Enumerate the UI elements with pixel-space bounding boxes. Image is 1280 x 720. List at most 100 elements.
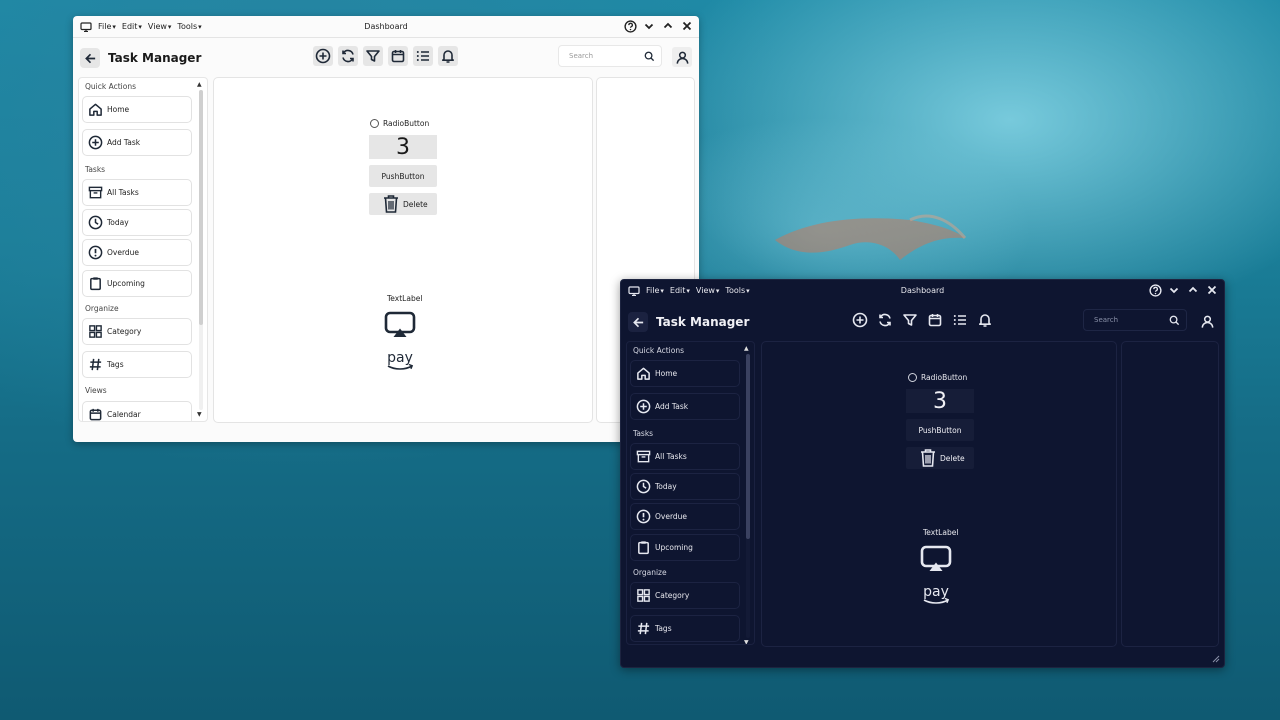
sidebar-item-category[interactable]: Category — [82, 318, 192, 345]
archive-icon — [88, 186, 102, 199]
app-header: Task Manager Search — [73, 42, 699, 74]
sidebar-scrollbar[interactable]: ▲ ▼ — [197, 82, 205, 418]
scrollbar-thumb[interactable] — [746, 354, 750, 539]
help-button[interactable] — [1147, 282, 1163, 298]
calendar-button[interactable] — [388, 46, 408, 66]
back-button[interactable] — [80, 48, 100, 68]
sidebar-item-upcoming[interactable]: Upcoming — [82, 270, 192, 297]
sidebar-item-label: Today — [107, 218, 129, 227]
home-icon — [636, 367, 650, 380]
airplay-icon — [920, 545, 952, 571]
scroll-down-icon[interactable]: ▼ — [744, 640, 749, 645]
help-icon — [623, 19, 637, 33]
sidebar-item-label: Add Task — [655, 402, 689, 411]
scrollbar-thumb[interactable] — [199, 90, 203, 325]
sidebar-item-label: Overdue — [107, 248, 140, 257]
back-button[interactable] — [628, 312, 648, 332]
alert-circle-icon — [88, 245, 102, 260]
chevron-up-icon — [663, 22, 673, 29]
menu-tools[interactable]: Tools ▾ — [177, 22, 201, 31]
add-circle-icon — [315, 48, 331, 64]
sidebar-item-add-task[interactable]: Add Task — [82, 129, 192, 156]
search-icon[interactable] — [1169, 315, 1180, 326]
toolbar — [313, 46, 458, 66]
add-button[interactable] — [313, 46, 333, 66]
close-icon — [1207, 285, 1217, 295]
sidebar-item-label: Tags — [107, 360, 124, 369]
resize-grip-icon[interactable] — [1212, 655, 1220, 663]
search-icon[interactable] — [644, 51, 655, 62]
menu-file[interactable]: File ▾ — [646, 286, 664, 295]
section-views: Views — [85, 386, 107, 395]
sidebar-item-tags[interactable]: Tags — [630, 615, 740, 642]
section-tasks: Tasks — [633, 429, 654, 438]
sidebar-item-add-task[interactable]: Add Task — [630, 393, 740, 420]
sidebar-item-calendar[interactable]: Calendar — [82, 401, 192, 421]
sidebar-item-today[interactable]: Today — [82, 209, 192, 236]
menu-view[interactable]: View ▾ — [696, 286, 720, 295]
sidebar-item-all-tasks[interactable]: All Tasks — [82, 179, 192, 206]
sidebar-item-tags[interactable]: Tags — [82, 351, 192, 378]
profile-button[interactable] — [1197, 311, 1217, 331]
list-icon — [953, 315, 966, 325]
calendar-icon — [89, 408, 101, 421]
search-input[interactable]: Search — [558, 45, 662, 67]
filter-button[interactable] — [363, 46, 383, 66]
sidebar-item-home[interactable]: Home — [82, 96, 192, 123]
refresh-button[interactable] — [338, 46, 358, 66]
sidebar-item-home[interactable]: Home — [630, 360, 740, 387]
close-button[interactable] — [679, 18, 695, 34]
notifications-button[interactable] — [438, 46, 458, 66]
sidebar-item-today[interactable]: Today — [630, 473, 740, 500]
text-label: TextLabel — [387, 294, 423, 303]
push-button[interactable]: PushButton — [369, 165, 437, 187]
archive-icon — [636, 450, 650, 463]
refresh-icon — [342, 49, 354, 63]
search-input[interactable]: Search — [1083, 309, 1187, 331]
delete-button[interactable]: Delete — [906, 447, 974, 469]
sidebar-item-label: Home — [655, 369, 678, 378]
sidebar-item-upcoming[interactable]: Upcoming — [630, 534, 740, 561]
filter-button[interactable] — [900, 310, 920, 330]
clipboard-icon — [637, 541, 649, 555]
notifications-button[interactable] — [975, 310, 995, 330]
grid-icon — [88, 325, 102, 338]
push-button[interactable]: PushButton — [906, 419, 974, 441]
text-label: TextLabel — [923, 528, 959, 537]
radio-button[interactable]: RadioButton — [370, 119, 429, 128]
menu-edit[interactable]: Edit ▾ — [670, 286, 690, 295]
arrow-left-icon — [84, 53, 95, 63]
list-button[interactable] — [413, 46, 433, 66]
refresh-button[interactable] — [875, 310, 895, 330]
menu-file[interactable]: File ▾ — [98, 22, 116, 31]
title-bar: File ▾ Edit ▾ View ▾ Tools ▾ Dashboard — [73, 16, 699, 38]
sidebar-item-overdue[interactable]: Overdue — [82, 239, 192, 266]
scroll-down-icon[interactable]: ▼ — [197, 412, 202, 418]
profile-button[interactable] — [672, 47, 692, 67]
minimize-button[interactable] — [641, 18, 657, 34]
sidebar-item-all-tasks[interactable]: All Tasks — [630, 443, 740, 470]
radio-button[interactable]: RadioButton — [908, 373, 967, 382]
menu-tools[interactable]: Tools ▾ — [725, 286, 749, 295]
list-button[interactable] — [950, 310, 970, 330]
dark-window: File ▾ Edit ▾ View ▾ Tools ▾ Dashboard Task … — [620, 279, 1225, 668]
scroll-up-icon[interactable]: ▲ — [744, 346, 749, 352]
sidebar-item-label: Overdue — [655, 512, 688, 521]
help-button[interactable] — [622, 18, 638, 34]
calendar-icon — [928, 314, 942, 327]
menu-view[interactable]: View ▾ — [148, 22, 172, 31]
scroll-up-icon[interactable]: ▲ — [197, 82, 202, 88]
delete-button[interactable]: Delete — [369, 193, 437, 215]
maximize-button[interactable] — [660, 18, 676, 34]
add-button[interactable] — [850, 310, 870, 330]
minimize-button[interactable] — [1166, 282, 1182, 298]
sidebar-item-category[interactable]: Category — [630, 582, 740, 609]
close-button[interactable] — [1204, 282, 1220, 298]
filter-icon — [903, 314, 917, 326]
menu-edit[interactable]: Edit ▾ — [122, 22, 142, 31]
sidebar-scrollbar[interactable]: ▲ ▼ — [744, 346, 752, 645]
main-panel: RadioButton 3 PushButton Delete TextLabe… — [213, 77, 593, 423]
maximize-button[interactable] — [1185, 282, 1201, 298]
sidebar-item-overdue[interactable]: Overdue — [630, 503, 740, 530]
calendar-button[interactable] — [925, 310, 945, 330]
